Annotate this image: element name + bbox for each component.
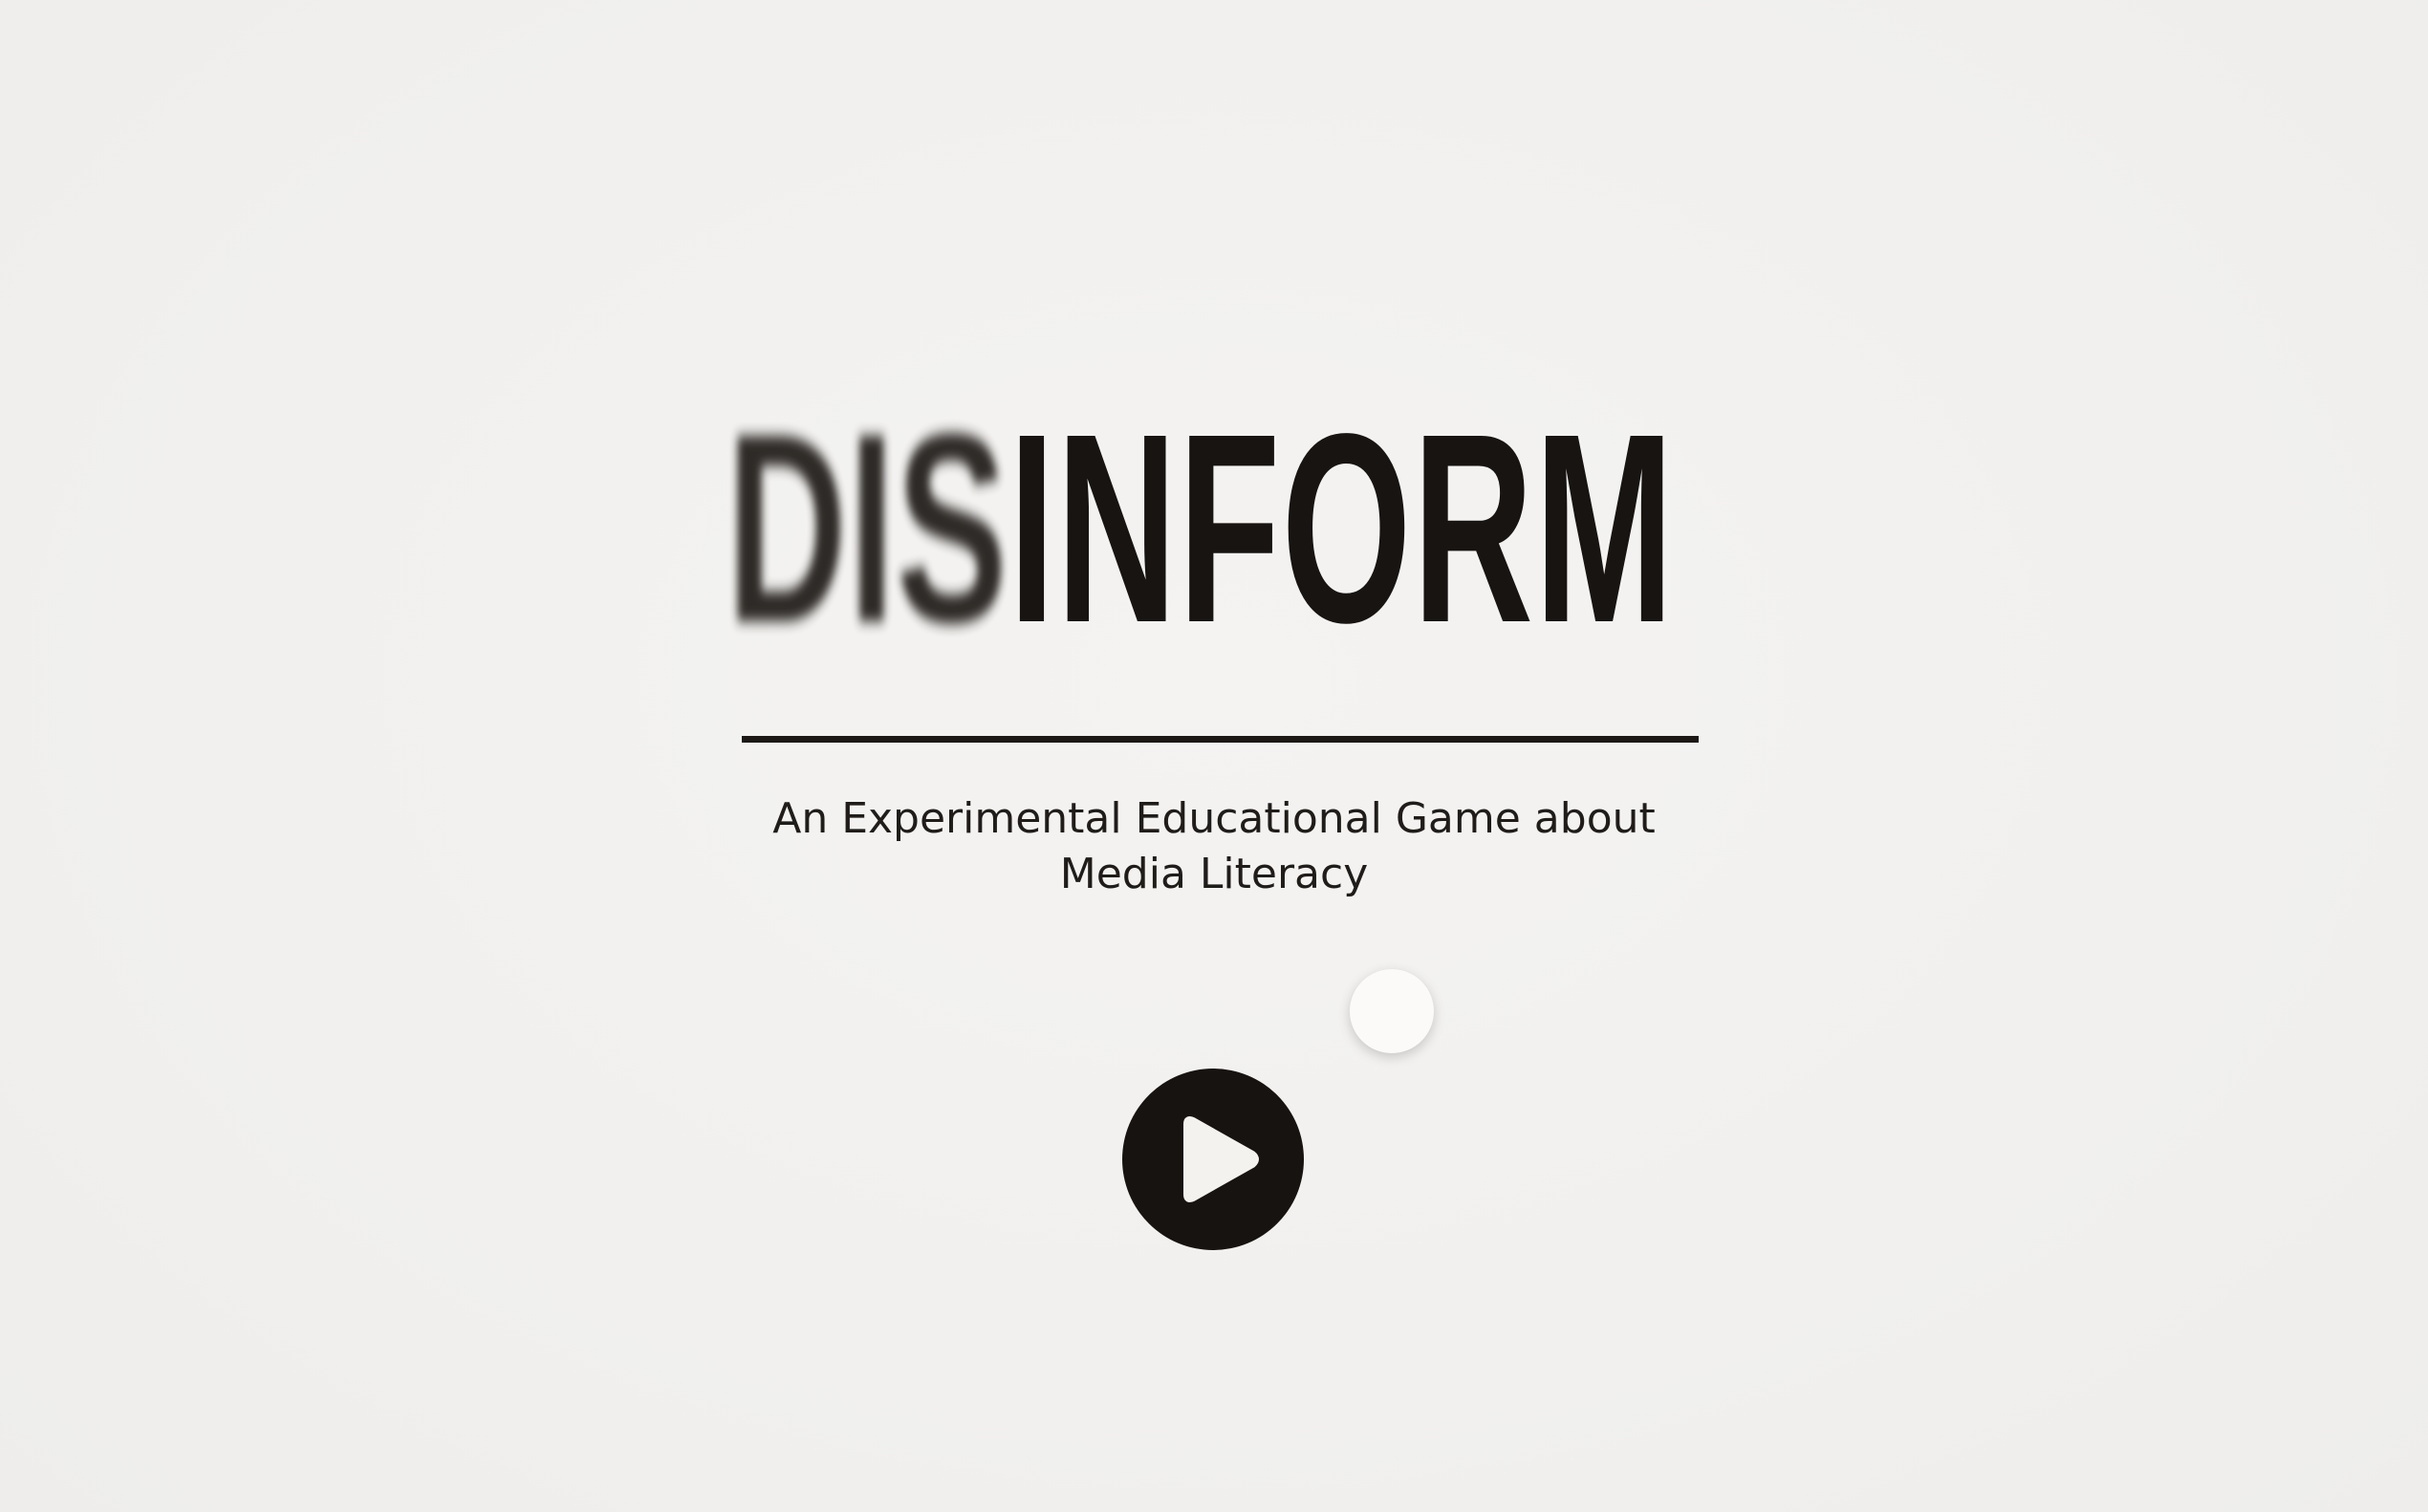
play-button[interactable] <box>1122 1069 1304 1250</box>
subtitle-line-1: An Experimental Educational Game about <box>772 794 1656 843</box>
subtitle-line-2: Media Literacy <box>1059 850 1369 898</box>
title-main-word: INFORM <box>1008 378 1676 679</box>
title-screen: DISINFORM An Experimental Educational Ga… <box>0 0 2428 1512</box>
game-subtitle: An Experimental Educational Game about M… <box>736 791 1692 902</box>
cursor-dot <box>1350 969 1434 1053</box>
game-title: DISINFORM <box>726 378 1674 679</box>
title-divider <box>742 736 1699 743</box>
title-blurred-prefix: DIS <box>726 378 1009 679</box>
play-icon <box>1183 1116 1259 1202</box>
